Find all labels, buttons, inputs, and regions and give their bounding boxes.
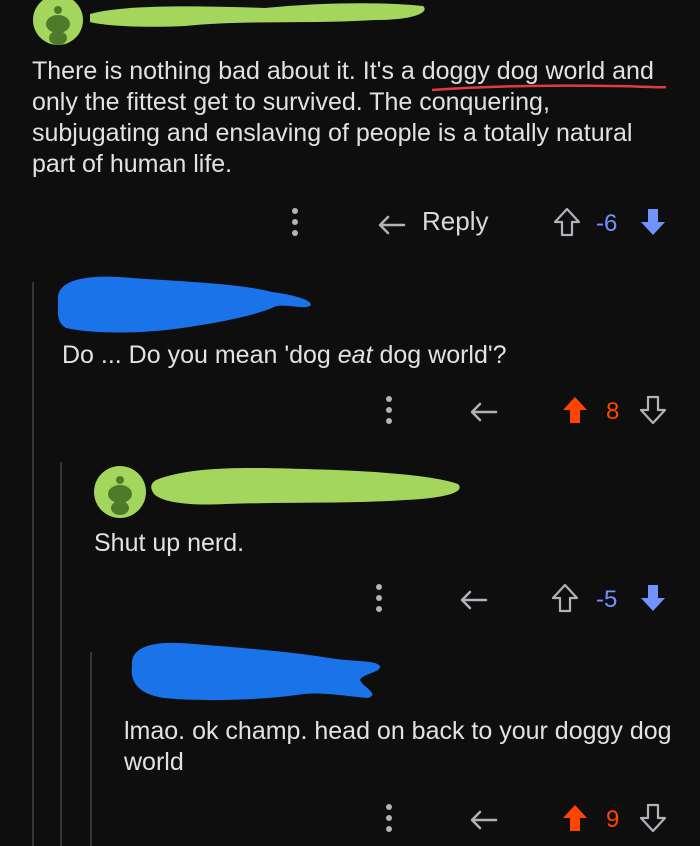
avatar[interactable] [92, 464, 148, 520]
comment-4-body: lmao. ok champ. head on back to your dog… [124, 717, 672, 776]
reply-button[interactable]: Reply [374, 206, 488, 237]
reply-icon [460, 590, 488, 610]
comment-2-text-b: dog world'? [372, 341, 507, 369]
comment-3-body: Shut up nerd. [94, 529, 245, 557]
thread-line-level-3 [90, 652, 92, 846]
reply-icon [378, 215, 406, 234]
vote-score: -5 [596, 586, 618, 613]
more-options-button[interactable] [372, 582, 386, 614]
upvote-icon[interactable] [560, 802, 590, 834]
reply-icon [470, 810, 498, 830]
more-options-button[interactable] [382, 394, 396, 426]
redacted-username [90, 3, 425, 27]
more-vertical-icon [386, 804, 392, 832]
thread-line-level-1 [32, 282, 34, 846]
redacted-avatar-and-username [57, 276, 311, 333]
reply-icon [470, 402, 498, 422]
comment-2-text-a: Do ... Do you mean 'dog [62, 341, 338, 369]
upvote-icon[interactable] [552, 206, 582, 238]
more-options-button[interactable] [382, 802, 396, 834]
thread-line-level-2 [60, 462, 62, 846]
downvote-icon[interactable] [638, 394, 668, 426]
more-options-button[interactable] [288, 206, 302, 238]
comment-1-text-highlight: doggy dog world [421, 57, 606, 85]
upvote-icon[interactable] [560, 394, 590, 426]
comment-2-text-italic: eat [337, 341, 373, 369]
downvote-icon[interactable] [638, 582, 668, 614]
red-underline [431, 84, 667, 92]
vote-score: 8 [606, 398, 620, 425]
reply-button[interactable] [466, 802, 500, 832]
redacted-avatar-and-username [131, 642, 381, 701]
reply-button[interactable] [456, 582, 490, 612]
downvote-icon[interactable] [638, 802, 668, 834]
vote-score: -6 [596, 210, 618, 237]
comment-1-text-a: There is nothing bad about it. It's a [32, 57, 422, 85]
reply-label: Reply [422, 206, 489, 236]
comment-1-body: There is nothing bad about it. It's a do… [32, 56, 672, 180]
reply-button[interactable] [466, 394, 500, 424]
avatar[interactable] [32, 0, 84, 46]
downvote-icon[interactable] [638, 206, 668, 238]
vote-score: 9 [606, 806, 620, 833]
more-vertical-icon [292, 208, 298, 236]
comment-2-body: Do ... Do you mean 'dog eat dog world'? [62, 340, 662, 371]
more-vertical-icon [376, 584, 382, 612]
redacted-username [151, 468, 460, 505]
upvote-icon[interactable] [550, 582, 580, 614]
more-vertical-icon [386, 396, 392, 424]
